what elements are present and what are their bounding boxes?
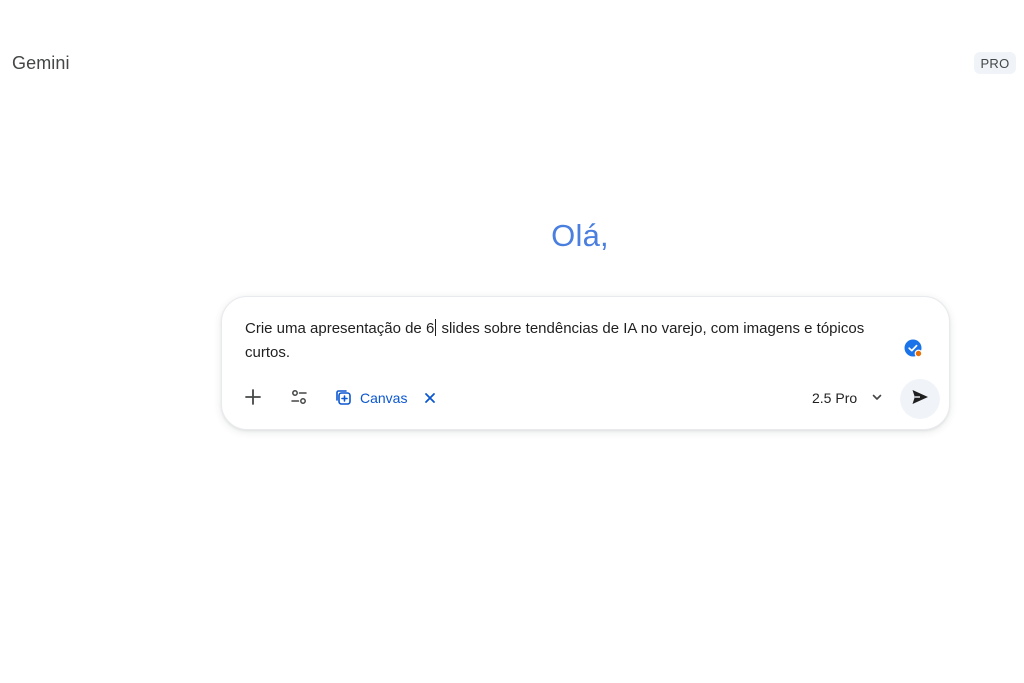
send-icon	[910, 387, 930, 412]
chevron-down-icon	[871, 390, 883, 406]
plus-icon	[244, 388, 262, 409]
tools-sliders-icon	[290, 388, 308, 409]
add-attachment-button[interactable]	[236, 381, 270, 415]
close-icon[interactable]	[423, 391, 437, 405]
prompt-card: Crie uma apresentação de 6 slides sobre …	[221, 296, 950, 430]
tools-button[interactable]	[282, 381, 316, 415]
send-button[interactable]	[900, 379, 940, 419]
canvas-chip[interactable]: Canvas	[330, 384, 441, 412]
model-selector[interactable]: 2.5 Pro	[812, 385, 883, 411]
prompt-input[interactable]: Crie uma apresentação de 6 slides sobre …	[245, 317, 885, 365]
prompt-text-before-caret: Crie uma apresentação de 6	[245, 320, 435, 337]
canvas-icon	[334, 388, 352, 409]
prompt-toolbar: Canvas 2.5 Pro	[222, 379, 949, 419]
app-title[interactable]: Gemini	[12, 53, 70, 74]
greeting-heading: Olá,	[551, 218, 609, 253]
canvas-chip-label: Canvas	[360, 390, 408, 406]
model-label: 2.5 Pro	[812, 390, 858, 406]
pro-badge[interactable]: PRO	[974, 52, 1016, 74]
grammar-check-icon[interactable]	[904, 339, 923, 358]
